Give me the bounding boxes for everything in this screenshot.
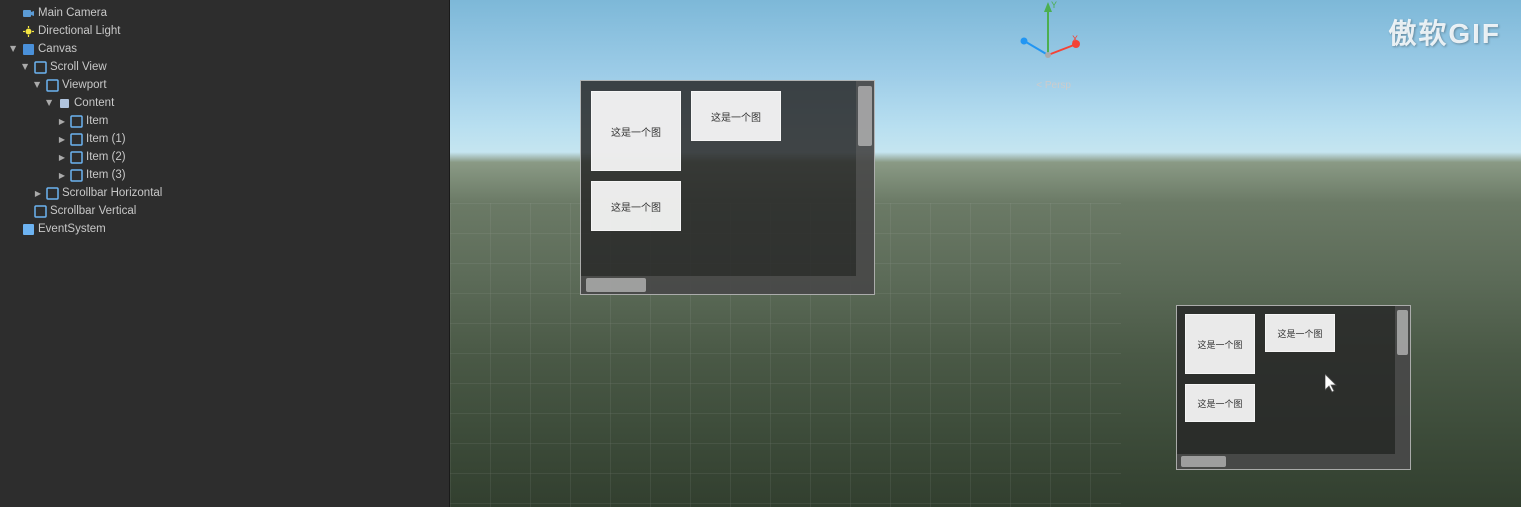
game-panel: 傲软GIF 这是一个图 这是一个图 这是一个图	[1121, 0, 1521, 507]
game-item-0: 这是一个图	[1185, 314, 1255, 374]
scene-item-1: 这是一个图	[691, 91, 781, 141]
viewport-label: Viewport	[62, 79, 107, 91]
scene-horizontal-scrollbar-thumb[interactable]	[586, 278, 646, 292]
hierarchy-item-item[interactable]: ▶ Item	[0, 112, 449, 130]
light-icon	[21, 24, 35, 38]
game-vertical-scrollbar[interactable]	[1395, 306, 1410, 469]
svg-text:Y: Y	[1051, 0, 1057, 10]
scrollbar-h-arrow: ▶	[32, 187, 44, 199]
svg-text:X: X	[1072, 34, 1078, 44]
scene-panel: Y X < Persp 这是一个图 这是一个图 这是一个图	[450, 0, 1121, 507]
item2-label: Item (2)	[86, 151, 126, 163]
hierarchy-item-directional-light[interactable]: Directional Light	[0, 22, 449, 40]
hierarchy-item-event-system[interactable]: EventSystem	[0, 220, 449, 238]
scrollbar-h-label: Scrollbar Horizontal	[62, 187, 162, 199]
canvas-icon	[21, 42, 35, 56]
watermark: 傲软GIF	[1388, 12, 1501, 52]
event-arrow-spacer	[8, 223, 20, 235]
scene-item-0-text: 这是一个图	[611, 124, 661, 139]
main-camera-label: Main Camera	[38, 7, 107, 19]
hierarchy-item-item3[interactable]: ▶ Item (3)	[0, 166, 449, 184]
canvas-label: Canvas	[38, 43, 77, 55]
directional-light-label: Directional Light	[38, 25, 120, 37]
scroll-view-arrow: ▶	[20, 61, 32, 73]
game-horizontal-scrollbar[interactable]	[1177, 454, 1395, 469]
scrollbar-h-icon	[45, 186, 59, 200]
scrollbar-v-label: Scrollbar Vertical	[50, 205, 136, 217]
camera-icon	[21, 6, 35, 20]
item3-icon	[69, 168, 83, 182]
item3-label: Item (3)	[86, 169, 126, 181]
item1-label: Item (1)	[86, 133, 126, 145]
hierarchy-item-content[interactable]: ▶ Content	[0, 94, 449, 112]
scene-item-1-text: 这是一个图	[711, 109, 761, 124]
item-icon	[69, 114, 83, 128]
scrollbar-v-icon	[33, 204, 47, 218]
scroll-view-icon	[33, 60, 47, 74]
game-item-1: 这是一个图	[1265, 314, 1335, 352]
item-arrow: ▶	[56, 115, 68, 127]
game-item-0-text: 这是一个图	[1197, 338, 1242, 351]
item2-arrow: ▶	[56, 151, 68, 163]
hierarchy-item-main-camera[interactable]: Main Camera	[0, 4, 449, 22]
scene-scroll-view: 这是一个图 这是一个图 这是一个图	[580, 80, 875, 295]
gizmo-widget: Y X	[1016, 0, 1081, 70]
scroll-view-label: Scroll View	[50, 61, 107, 73]
hierarchy-item-item1[interactable]: ▶ Item (1)	[0, 130, 449, 148]
viewport-arrow: ▶	[32, 79, 44, 91]
content-icon	[57, 96, 71, 110]
persp-label: < Persp	[1036, 80, 1071, 91]
game-item-2: 这是一个图	[1185, 384, 1255, 422]
hierarchy-item-scrollbar-h[interactable]: ▶ Scrollbar Horizontal	[0, 184, 449, 202]
game-scroll-view: 这是一个图 这是一个图 这是一个图	[1176, 305, 1411, 470]
scene-item-0: 这是一个图	[591, 91, 681, 171]
item3-arrow: ▶	[56, 169, 68, 181]
game-horizontal-scrollbar-thumb[interactable]	[1181, 456, 1226, 467]
scene-item-2: 这是一个图	[591, 181, 681, 231]
item-label: Item	[86, 115, 108, 127]
arrow-spacer	[8, 25, 20, 37]
hierarchy-item-scroll-view[interactable]: ▶ Scroll View	[0, 58, 449, 76]
item1-icon	[69, 132, 83, 146]
hierarchy-item-canvas[interactable]: ▶ Canvas	[0, 40, 449, 58]
scene-vertical-scrollbar[interactable]	[856, 81, 874, 294]
content-label: Content	[74, 97, 114, 109]
game-item-2-text: 这是一个图	[1197, 397, 1242, 410]
canvas-arrow: ▶	[8, 43, 20, 55]
scene-horizontal-scrollbar[interactable]	[581, 276, 856, 294]
arrow-spacer2	[20, 205, 32, 217]
game-item-1-text: 这是一个图	[1277, 327, 1322, 340]
event-system-label: EventSystem	[38, 223, 106, 235]
scene-scroll-content: 这是一个图 这是一个图 这是一个图	[581, 81, 874, 294]
hierarchy-panel: Main Camera Directional Light ▶ Canvas ▶	[0, 0, 450, 507]
cursor	[1325, 374, 1339, 394]
hierarchy-item-item2[interactable]: ▶ Item (2)	[0, 148, 449, 166]
hierarchy-item-scrollbar-v[interactable]: Scrollbar Vertical	[0, 202, 449, 220]
event-icon	[21, 222, 35, 236]
viewport-icon	[45, 78, 59, 92]
content-arrow: ▶	[44, 97, 56, 109]
game-scroll-content: 这是一个图 这是一个图 这是一个图	[1177, 306, 1410, 469]
game-vertical-scrollbar-thumb[interactable]	[1397, 310, 1408, 355]
scene-item-2-text: 这是一个图	[611, 199, 661, 214]
arrow-spacer	[8, 7, 20, 19]
hierarchy-item-viewport[interactable]: ▶ Viewport	[0, 76, 449, 94]
item2-icon	[69, 150, 83, 164]
item1-arrow: ▶	[56, 133, 68, 145]
scene-vertical-scrollbar-thumb[interactable]	[858, 86, 872, 146]
